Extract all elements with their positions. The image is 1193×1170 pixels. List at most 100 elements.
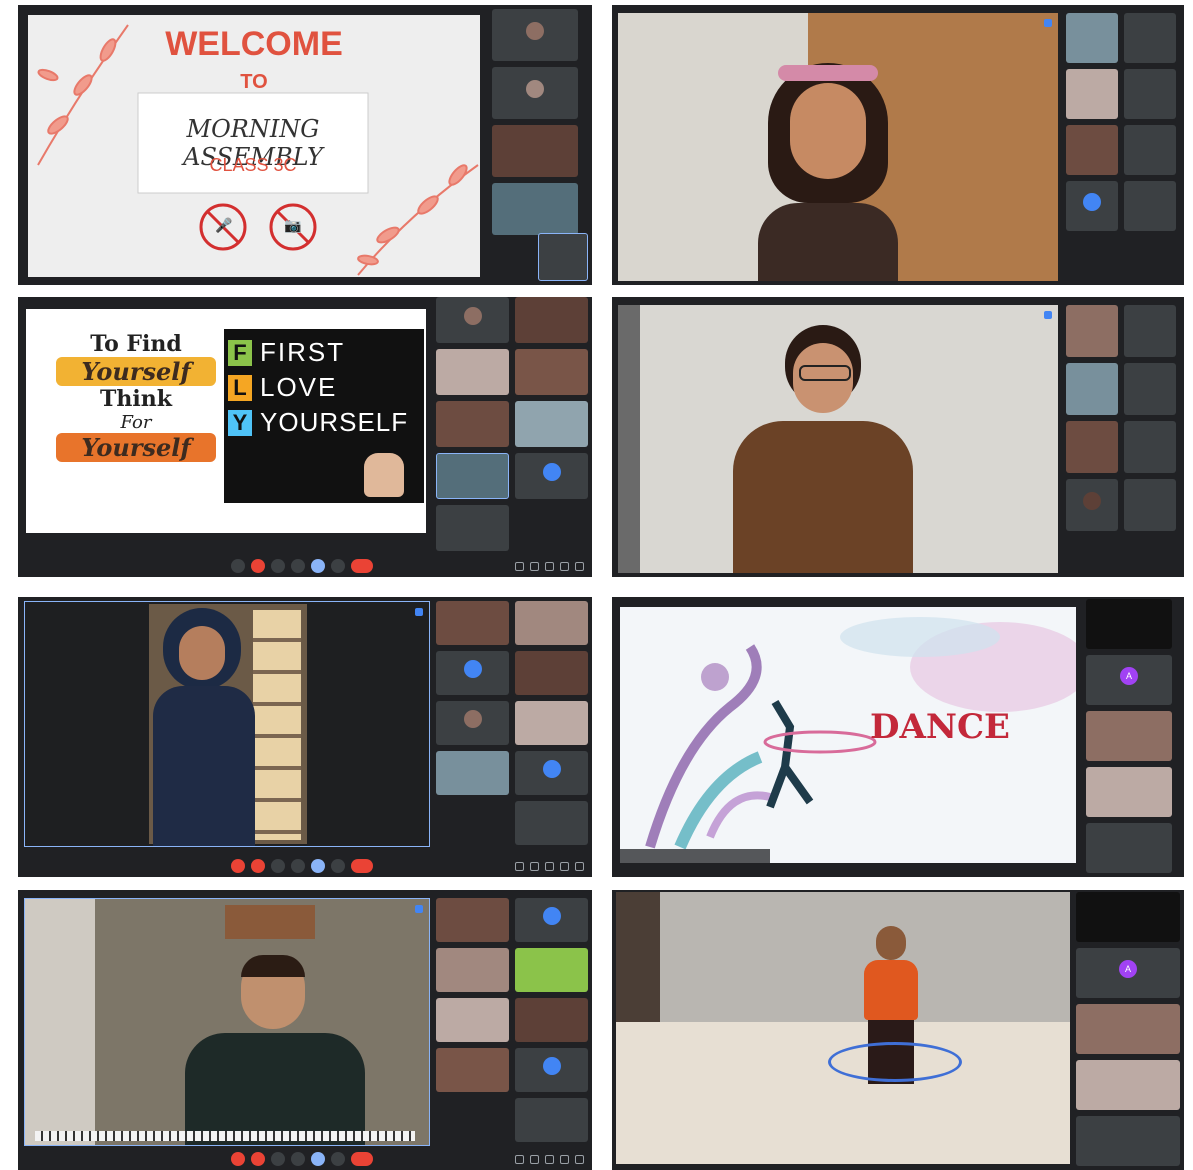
- people-icon[interactable]: [530, 1155, 539, 1164]
- participant-tile[interactable]: [1124, 363, 1176, 415]
- end-call-button[interactable]: [351, 859, 373, 873]
- self-view-tile[interactable]: [515, 1098, 588, 1142]
- participant-tile[interactable]: [515, 701, 588, 745]
- participant-tile[interactable]: [436, 1048, 509, 1092]
- camera-button[interactable]: [251, 1152, 265, 1166]
- participant-tile[interactable]: [515, 751, 588, 795]
- mic-button[interactable]: [231, 559, 245, 573]
- lock-icon[interactable]: [575, 862, 584, 871]
- participant-tile[interactable]: [436, 297, 509, 343]
- pin-icon[interactable]: [415, 905, 423, 913]
- lock-icon[interactable]: [575, 1155, 584, 1164]
- participant-tile[interactable]: [515, 401, 588, 447]
- participant-tile[interactable]: [515, 453, 588, 499]
- participant-tile[interactable]: [1066, 363, 1118, 415]
- raise-hand-button[interactable]: [291, 859, 305, 873]
- more-options-button[interactable]: [331, 1152, 345, 1166]
- pin-icon[interactable]: [1044, 19, 1052, 27]
- activities-icon[interactable]: [560, 862, 569, 871]
- meet-control-bar: [18, 555, 592, 577]
- participant-tile[interactable]: [1124, 181, 1176, 231]
- mic-button[interactable]: [231, 859, 245, 873]
- participant-tile[interactable]: [436, 701, 509, 745]
- participant-tile[interactable]: [1124, 69, 1176, 119]
- participant-tile[interactable]: [492, 9, 578, 61]
- participant-tile[interactable]: [1086, 599, 1172, 649]
- participant-tile[interactable]: [515, 297, 588, 343]
- more-options-button[interactable]: [331, 559, 345, 573]
- participant-tile[interactable]: [1124, 305, 1176, 357]
- participant-tile[interactable]: [1066, 479, 1118, 531]
- camera-button[interactable]: [251, 559, 265, 573]
- present-button[interactable]: [311, 859, 325, 873]
- people-icon[interactable]: [530, 562, 539, 571]
- mic-button[interactable]: [231, 1152, 245, 1166]
- chat-icon[interactable]: [545, 1155, 554, 1164]
- participant-tile[interactable]: [492, 183, 578, 235]
- participant-tile[interactable]: [436, 453, 509, 499]
- pin-icon[interactable]: [1044, 311, 1052, 319]
- raise-hand-button[interactable]: [291, 1152, 305, 1166]
- raise-hand-button[interactable]: [291, 559, 305, 573]
- present-button[interactable]: [311, 1152, 325, 1166]
- info-icon[interactable]: [515, 562, 524, 571]
- participant-tile[interactable]: [436, 601, 509, 645]
- participant-tile[interactable]: [515, 349, 588, 395]
- participant-tile[interactable]: [1066, 69, 1118, 119]
- participant-tile[interactable]: [515, 948, 588, 992]
- participant-tile[interactable]: [492, 125, 578, 177]
- lock-icon[interactable]: [575, 562, 584, 571]
- info-icon[interactable]: [515, 862, 524, 871]
- people-icon[interactable]: [530, 862, 539, 871]
- participant-tile[interactable]: [1124, 421, 1176, 473]
- participant-tile[interactable]: [1076, 892, 1180, 942]
- self-view-tile[interactable]: [436, 505, 509, 551]
- end-call-button[interactable]: [351, 559, 373, 573]
- participant-tile[interactable]: [1076, 1060, 1180, 1110]
- participant-tile[interactable]: [436, 651, 509, 695]
- participant-tile[interactable]: [436, 948, 509, 992]
- participant-tile[interactable]: [1124, 13, 1176, 63]
- participant-tile[interactable]: [492, 67, 578, 119]
- participant-tile[interactable]: [515, 898, 588, 942]
- participant-tile[interactable]: [1086, 711, 1172, 761]
- participant-tile[interactable]: [515, 1048, 588, 1092]
- participant-tile[interactable]: [436, 998, 509, 1042]
- participant-tile[interactable]: A: [1076, 948, 1180, 998]
- participant-tile[interactable]: [1076, 1004, 1180, 1054]
- participant-tile[interactable]: [436, 401, 509, 447]
- present-button[interactable]: [311, 559, 325, 573]
- pin-icon[interactable]: [415, 608, 423, 616]
- chat-icon[interactable]: [545, 862, 554, 871]
- captions-button[interactable]: [271, 559, 285, 573]
- self-view-tile[interactable]: [1076, 1116, 1180, 1166]
- participant-tile[interactable]: [1066, 421, 1118, 473]
- participant-tile[interactable]: [1066, 13, 1118, 63]
- info-icon[interactable]: [515, 1155, 524, 1164]
- self-view-tile[interactable]: [538, 233, 588, 281]
- self-view-tile[interactable]: [1086, 823, 1172, 873]
- participant-tile[interactable]: [1124, 479, 1176, 531]
- more-options-button[interactable]: [331, 859, 345, 873]
- end-call-button[interactable]: [351, 1152, 373, 1166]
- participant-tile[interactable]: [515, 601, 588, 645]
- participant-tile[interactable]: [436, 751, 509, 795]
- participant-tile[interactable]: [1124, 125, 1176, 175]
- chat-icon[interactable]: [545, 562, 554, 571]
- activities-icon[interactable]: [560, 562, 569, 571]
- speaker-figure: [185, 955, 365, 1145]
- captions-button[interactable]: [271, 1152, 285, 1166]
- participant-tile[interactable]: [436, 898, 509, 942]
- activities-icon[interactable]: [560, 1155, 569, 1164]
- participant-tile[interactable]: [1066, 305, 1118, 357]
- participant-tile[interactable]: [436, 349, 509, 395]
- participant-tile[interactable]: [1066, 125, 1118, 175]
- captions-button[interactable]: [271, 859, 285, 873]
- participant-tile[interactable]: [1066, 181, 1118, 231]
- self-view-tile[interactable]: [515, 801, 588, 845]
- participant-tile[interactable]: [515, 998, 588, 1042]
- participant-tile[interactable]: [515, 651, 588, 695]
- participant-tile[interactable]: [1086, 767, 1172, 817]
- camera-button[interactable]: [251, 859, 265, 873]
- participant-tile[interactable]: A: [1086, 655, 1172, 705]
